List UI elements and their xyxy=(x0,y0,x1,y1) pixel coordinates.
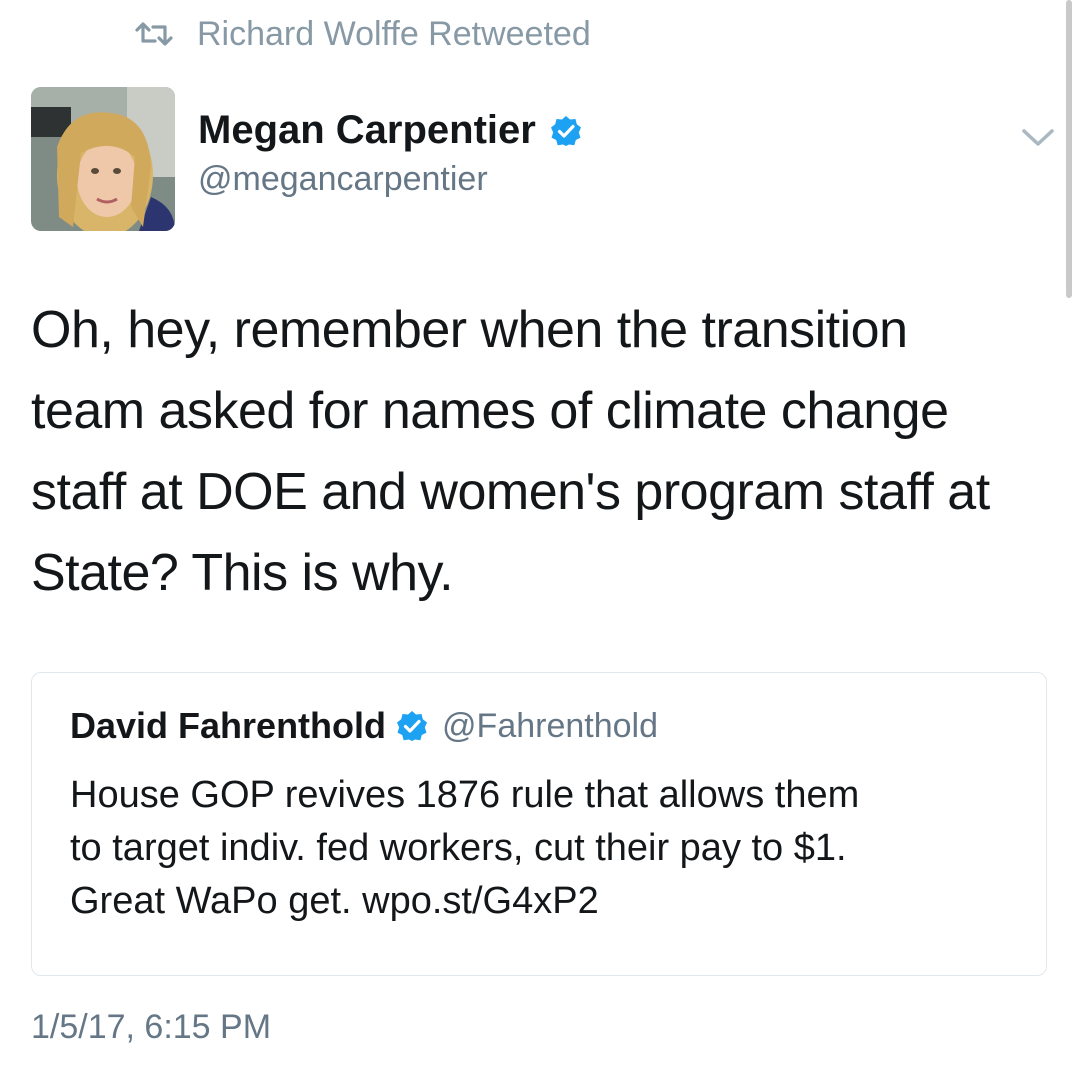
retweet-context[interactable]: Richard Wolffe Retweeted xyxy=(133,12,591,56)
author-handle[interactable]: @megancarpentier xyxy=(198,160,488,199)
quoted-author-handle: @Fahrenthold xyxy=(442,706,659,745)
retweet-label: Richard Wolffe Retweeted xyxy=(197,14,591,53)
scrollbar[interactable] xyxy=(1066,0,1072,298)
quoted-author-name: David Fahrenthold xyxy=(70,705,387,746)
chevron-down-icon[interactable] xyxy=(1018,124,1058,150)
tweet-timestamp: 1/5/17, 6:15 PM xyxy=(31,1008,272,1046)
verified-badge-icon xyxy=(397,711,428,741)
quoted-tweet-text: House GOP revives 1876 rule that allows … xyxy=(70,774,860,922)
quoted-tweet-card[interactable]: David Fahrenthold @Fahrenthold House GOP… xyxy=(31,672,1047,976)
retweet-icon xyxy=(135,22,173,46)
avatar[interactable] xyxy=(31,87,175,231)
verified-badge-icon xyxy=(550,115,581,146)
author-name-row[interactable]: Megan Carpentier xyxy=(198,108,582,153)
quoted-tweet-header: David Fahrenthold @Fahrenthold xyxy=(70,705,658,747)
author-name[interactable]: Megan Carpentier xyxy=(198,108,536,153)
tweet-text: Oh, hey, remember when the transition te… xyxy=(31,301,990,602)
